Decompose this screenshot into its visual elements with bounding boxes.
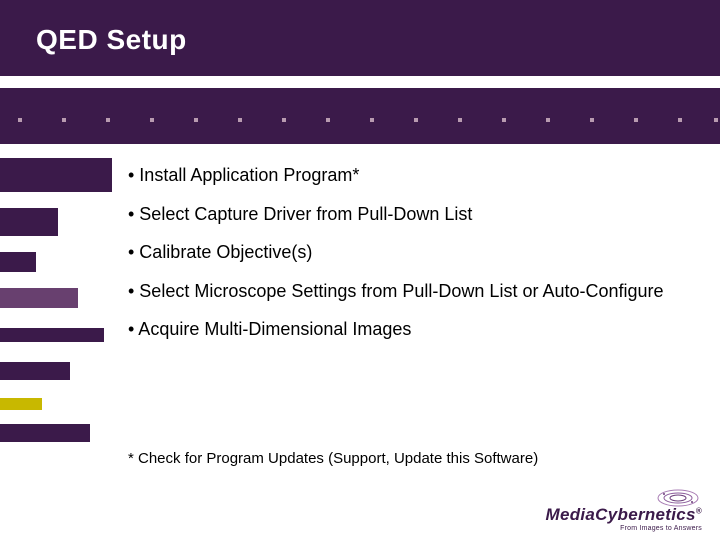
decorative-dot — [106, 118, 110, 122]
brand-light: Media — [545, 505, 595, 524]
decorative-dot — [458, 118, 462, 122]
sidebar-block — [0, 398, 42, 410]
dot-row — [0, 118, 720, 122]
decorative-dot — [62, 118, 66, 122]
decorative-dot — [634, 118, 638, 122]
sidebar-block — [0, 208, 58, 236]
decorative-dot — [18, 118, 22, 122]
decorative-dot — [194, 118, 198, 122]
decorative-dot — [590, 118, 594, 122]
decorative-dot — [282, 118, 286, 122]
registered-icon: ® — [696, 506, 702, 515]
header-band — [0, 0, 720, 144]
header-divider — [0, 76, 720, 88]
decorative-dot — [678, 118, 682, 122]
sidebar-block — [0, 288, 78, 308]
sidebar-block — [0, 362, 70, 380]
decorative-dot — [150, 118, 154, 122]
decorative-dot — [370, 118, 374, 122]
bullet-list: • Install Application Program* • Select … — [128, 164, 688, 357]
brand-tagline: From Images to Answers — [545, 525, 702, 532]
brand-logo: MediaCybernetics® From Images to Answers — [545, 505, 702, 532]
bullet-item: • Calibrate Objective(s) — [128, 241, 688, 264]
brand-bold: Cybernetics — [595, 505, 696, 524]
sidebar-block — [0, 158, 112, 192]
bullet-item: • Acquire Multi-Dimensional Images — [128, 318, 688, 341]
bullet-item: • Select Capture Driver from Pull-Down L… — [128, 203, 688, 226]
decorative-dot — [546, 118, 550, 122]
decorative-dot — [714, 118, 718, 122]
decorative-dot — [502, 118, 506, 122]
brand-name: MediaCybernetics® — [545, 505, 702, 525]
sidebar-block — [0, 252, 36, 272]
footnote: * Check for Program Updates (Support, Up… — [128, 450, 538, 467]
bullet-item: • Select Microscope Settings from Pull-D… — [128, 280, 688, 303]
slide: QED Setup • Install Application Program*… — [0, 0, 720, 540]
sidebar-block — [0, 328, 104, 342]
bullet-item: • Install Application Program* — [128, 164, 688, 187]
sidebar-block — [0, 424, 90, 442]
decorative-dot — [326, 118, 330, 122]
decorative-dot — [414, 118, 418, 122]
decorative-dot — [238, 118, 242, 122]
slide-title: QED Setup — [36, 24, 187, 56]
